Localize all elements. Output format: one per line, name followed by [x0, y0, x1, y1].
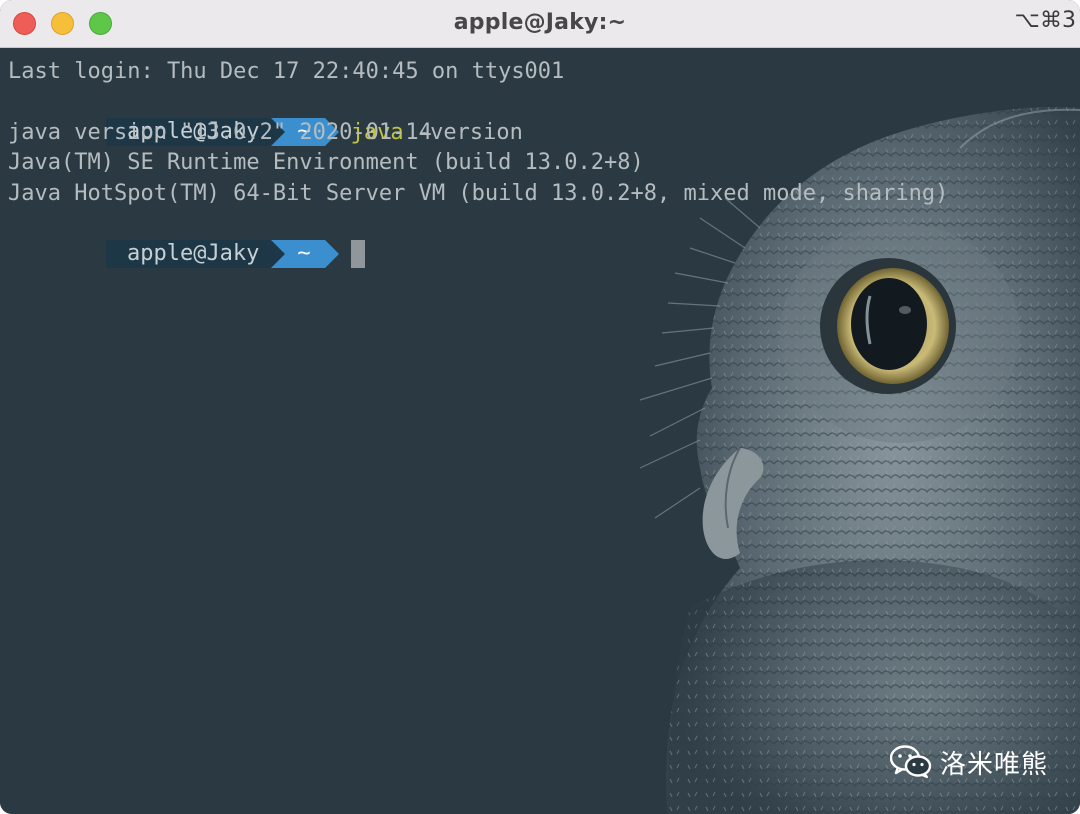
- prompt-user-segment: apple@Jaky: [105, 240, 272, 268]
- output-line-2: Java(TM) SE Runtime Environment (build 1…: [8, 150, 644, 175]
- watermark-text: 洛米唯熊: [940, 749, 1049, 780]
- terminal-content[interactable]: Last login: Thu Dec 17 22:40:45 on ttys0…: [0, 48, 1080, 814]
- output-line-3: Java HotSpot(TM) 64-Bit Server VM (build…: [8, 181, 949, 206]
- output-line-1: java version "13.0.2" 2020-01-14: [8, 120, 432, 145]
- window-shortcut: ⌥⌘3: [1014, 8, 1076, 33]
- terminal-window: apple@Jaky:~ ⌥⌘3 Last login: Thu Dec 17 …: [0, 0, 1080, 814]
- wechat-icon: [890, 745, 932, 779]
- title-bar[interactable]: apple@Jaky:~ ⌥⌘3: [0, 0, 1080, 48]
- prompt-line-2: apple@Jaky ~: [0, 210, 365, 268]
- text-cursor[interactable]: [350, 240, 365, 268]
- last-login-line: Last login: Thu Dec 17 22:40:45 on ttys0…: [8, 59, 565, 84]
- window-title: apple@Jaky:~: [453, 10, 627, 35]
- watermark: 洛米唯熊: [890, 742, 1048, 782]
- prompt-dir-segment: ~: [271, 240, 339, 268]
- prompt-line-1: apple@Jaky ~ java -version: [0, 88, 523, 146]
